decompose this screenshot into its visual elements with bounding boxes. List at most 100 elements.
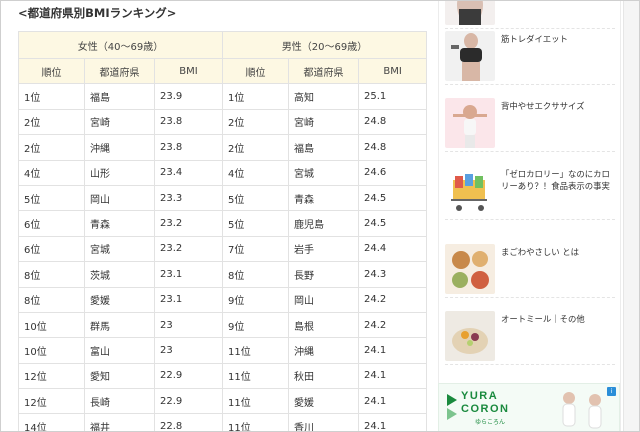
table-row: 6位 青森 23.2 5位 鹿児島 24.5 — [18, 210, 428, 237]
sidebar-item-oatmeal[interactable]: オートミール｜その他 — [445, 311, 615, 365]
sidebar-item-label: オートミール｜その他 — [501, 314, 585, 324]
male-rank-cell: 4位 — [222, 159, 290, 186]
male-bmi-cell: 24.2 — [358, 286, 428, 313]
female-prefecture-cell: 岡山 — [84, 184, 155, 212]
female-bmi-cell: 22.9 — [153, 362, 224, 390]
table-row: 8位 茨城 23.1 8位 長野 24.3 — [18, 261, 428, 288]
male-rank-cell: 2位 — [222, 108, 290, 136]
female-rank-cell: 6位 — [18, 210, 85, 237]
male-prefecture-cell: 愛媛 — [288, 388, 360, 415]
bmi-ranking-table: 女性（40〜69歳） 男性（20〜69歳） 順位 都道府県 BMI 順位 都道府… — [17, 31, 428, 431]
male-rank-cell: 7位 — [222, 235, 290, 263]
female-prefecture-cell: 宮城 — [84, 235, 155, 263]
female-rank-cell: 12位 — [18, 388, 85, 415]
female-prefecture-cell: 群馬 — [84, 311, 155, 339]
col-header-prefecture: 都道府県 — [288, 57, 360, 85]
female-prefecture-cell: 茨城 — [84, 261, 155, 288]
table-row: 12位 長崎 22.9 11位 愛媛 24.1 — [18, 388, 428, 415]
female-group-header: 女性（40〜69歳） — [17, 31, 224, 59]
col-header-rank: 順位 — [18, 57, 85, 85]
male-rank-cell: 9位 — [222, 311, 290, 339]
male-bmi-cell: 24.5 — [358, 210, 428, 237]
woman-photo-icon — [445, 1, 495, 25]
oatmeal-photo-icon — [445, 311, 495, 361]
male-bmi-cell: 24.1 — [358, 388, 428, 415]
male-rank-cell: 11位 — [222, 388, 290, 415]
shopping-cart-photo-icon — [445, 166, 495, 216]
col-header-bmi: BMI — [153, 57, 224, 85]
page-scrollbar[interactable] — [623, 1, 639, 431]
female-prefecture-cell: 宮崎 — [84, 108, 155, 136]
sidebar-item-label: 背中やせエクササイズ — [501, 101, 585, 111]
sidebar: 筋トレダイエット 背中やせエクササイズ 「ゼロカロリー」なのにカロリーあり？！食… — [438, 1, 621, 431]
sidebar-item-label: 「ゼロカロリー」なのにカロリーあり？！食品表示の事実 — [501, 169, 610, 191]
male-prefecture-cell: 福島 — [288, 134, 360, 161]
female-bmi-cell: 23.2 — [153, 210, 224, 237]
female-bmi-cell: 23.8 — [153, 108, 224, 136]
female-rank-cell: 14位 — [18, 413, 85, 431]
female-rank-cell: 12位 — [18, 362, 85, 390]
male-rank-cell: 5位 — [222, 210, 290, 237]
male-rank-cell: 11位 — [222, 337, 290, 364]
ad-brand-line2: CORON — [461, 403, 510, 415]
male-prefecture-cell: 長野 — [288, 261, 360, 288]
female-prefecture-cell: 青森 — [84, 210, 155, 237]
female-bmi-cell: 22.8 — [153, 413, 224, 431]
female-prefecture-cell: 福島 — [84, 83, 155, 110]
male-rank-cell: 9位 — [222, 286, 290, 313]
male-rank-cell: 2位 — [222, 134, 290, 161]
male-bmi-cell: 25.1 — [358, 83, 428, 110]
female-prefecture-cell: 沖縄 — [84, 134, 155, 161]
female-rank-cell: 8位 — [18, 261, 85, 288]
table-row: 2位 沖縄 23.8 2位 福島 24.8 — [18, 134, 428, 161]
male-prefecture-cell: 秋田 — [288, 362, 360, 390]
male-bmi-cell: 24.6 — [358, 159, 428, 186]
female-bmi-cell: 23.1 — [153, 261, 224, 288]
back-exercise-photo-icon — [445, 98, 495, 148]
male-bmi-cell: 24.1 — [358, 362, 428, 390]
female-rank-cell: 10位 — [18, 311, 85, 339]
female-prefecture-cell: 長崎 — [84, 388, 155, 415]
table-row: 4位 山形 23.4 4位 宮城 24.6 — [18, 159, 428, 186]
main-content: <都道府県別BMIランキング> 女性（40〜69歳） 男性（20〜69歳） 順位… — [16, 1, 428, 431]
male-bmi-cell: 24.3 — [358, 261, 428, 288]
male-rank-cell: 5位 — [222, 184, 290, 212]
male-prefecture-cell: 島根 — [288, 311, 360, 339]
table-row: 6位 宮城 23.2 7位 岩手 24.4 — [18, 235, 428, 263]
female-bmi-cell: 23.4 — [153, 159, 224, 186]
ad-info-icon[interactable]: i — [607, 387, 616, 396]
sidebar-item-muscle-training-diet[interactable]: 筋トレダイエット — [445, 31, 615, 85]
table-row: 14位 福井 22.8 11位 香川 24.1 — [18, 413, 428, 431]
male-prefecture-cell: 岩手 — [288, 235, 360, 263]
sidebar-item-back-exercise[interactable]: 背中やせエクササイズ — [445, 98, 615, 152]
female-prefecture-cell: 山形 — [84, 159, 155, 186]
female-prefecture-cell: 愛知 — [84, 362, 155, 390]
female-rank-cell: 8位 — [18, 286, 85, 313]
male-bmi-cell: 24.4 — [358, 235, 428, 263]
female-rank-cell: 2位 — [18, 108, 85, 136]
fitness-woman-photo-icon — [445, 31, 495, 81]
female-bmi-cell: 23.9 — [153, 83, 224, 110]
female-bmi-cell: 23 — [153, 337, 224, 364]
sidebar-item-magowayasashii[interactable]: まごわやさしい とは — [445, 244, 615, 298]
sidebar-item-top-cut[interactable] — [445, 1, 615, 29]
sidebar-item-label: 筋トレダイエット — [501, 34, 568, 44]
female-bmi-cell: 22.9 — [153, 388, 224, 415]
male-bmi-cell: 24.1 — [358, 413, 428, 431]
male-prefecture-cell: 高知 — [288, 83, 360, 110]
page: <都道府県別BMIランキング> 女性（40〜69歳） 男性（20〜69歳） 順位… — [0, 0, 640, 432]
col-header-rank: 順位 — [222, 57, 290, 85]
male-group-header: 男性（20〜69歳） — [222, 31, 428, 59]
female-rank-cell: 4位 — [18, 159, 85, 186]
advertisement-banner[interactable]: YURA CORON ゆらころん i — [438, 383, 620, 431]
female-bmi-cell: 23.8 — [153, 134, 224, 161]
table-row: 10位 富山 23 11位 沖縄 24.1 — [18, 337, 428, 364]
table-row: 10位 群馬 23 9位 島根 24.2 — [18, 311, 428, 339]
female-bmi-cell: 23 — [153, 311, 224, 339]
male-bmi-cell: 24.8 — [358, 134, 428, 161]
male-prefecture-cell: 宮崎 — [288, 108, 360, 136]
sidebar-item-zero-calorie[interactable]: 「ゼロカロリー」なのにカロリーあり？！食品表示の事実 — [445, 166, 615, 220]
female-rank-cell: 6位 — [18, 235, 85, 263]
male-prefecture-cell: 宮城 — [288, 159, 360, 186]
japanese-food-photo-icon — [445, 244, 495, 294]
